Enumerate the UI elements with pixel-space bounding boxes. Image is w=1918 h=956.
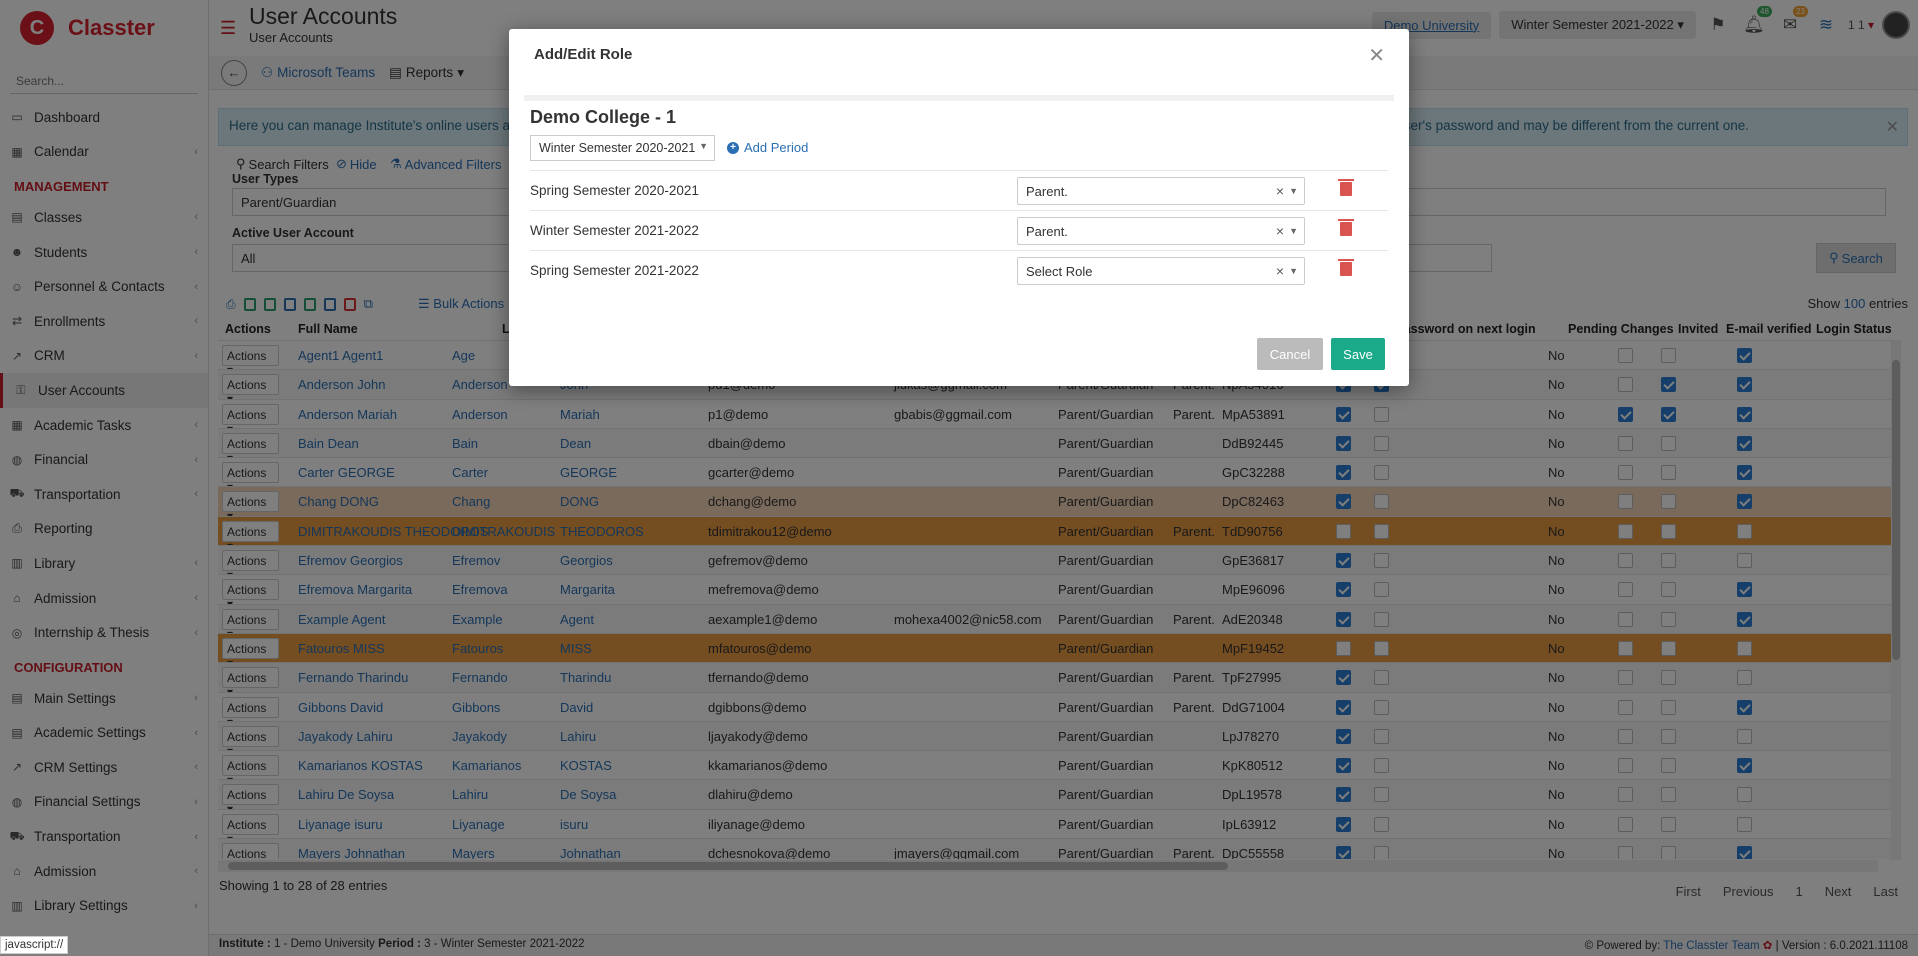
role-select[interactable]: Select Role × ▼: [1017, 257, 1305, 285]
trash-icon[interactable]: [1338, 219, 1354, 236]
cancel-button[interactable]: Cancel: [1257, 338, 1323, 370]
chevron-down-icon: ▼: [1289, 186, 1298, 196]
chevron-down-icon: ▼: [699, 141, 708, 151]
period-name: Spring Semester 2020-2021: [530, 183, 699, 198]
add-period-button[interactable]: + Add Period: [727, 140, 808, 155]
save-button[interactable]: Save: [1331, 338, 1385, 370]
period-name: Spring Semester 2021-2022: [530, 263, 699, 278]
role-select-value: Parent.: [1026, 224, 1068, 239]
clear-icon[interactable]: ×: [1276, 183, 1284, 199]
clear-icon[interactable]: ×: [1276, 263, 1284, 279]
add-edit-role-modal: Add/Edit Role ✕ Demo College - 1 Winter …: [509, 29, 1409, 386]
trash-icon[interactable]: [1338, 179, 1354, 196]
role-select[interactable]: Parent. × ▼: [1017, 177, 1305, 205]
period-role-row: Winter Semester 2021-2022 Parent. × ▼: [530, 210, 1388, 250]
period-name: Winter Semester 2021-2022: [530, 223, 699, 238]
role-select-value: Parent.: [1026, 184, 1068, 199]
institution-heading: Demo College - 1: [530, 107, 677, 127]
plus-circle-icon: +: [727, 141, 739, 154]
period-select[interactable]: Winter Semester 2020-2021 ▼: [530, 135, 715, 161]
modal-divider: [524, 95, 1394, 101]
browser-status-bar: javascript://: [0, 936, 69, 954]
clear-icon[interactable]: ×: [1276, 223, 1284, 239]
period-role-row: Spring Semester 2020-2021 Parent. × ▼: [530, 170, 1388, 210]
period-role-row: Spring Semester 2021-2022 Select Role × ▼: [530, 250, 1388, 290]
period-select-value: Winter Semester 2020-2021: [539, 141, 696, 155]
trash-icon[interactable]: [1338, 259, 1354, 276]
role-select[interactable]: Parent. × ▼: [1017, 217, 1305, 245]
add-period-label: Add Period: [744, 140, 809, 155]
role-select-value: Select Role: [1026, 264, 1093, 279]
chevron-down-icon: ▼: [1289, 226, 1298, 236]
close-icon[interactable]: ✕: [1368, 43, 1385, 68]
modal-title: Add/Edit Role: [534, 46, 633, 63]
chevron-down-icon: ▼: [1289, 266, 1298, 276]
